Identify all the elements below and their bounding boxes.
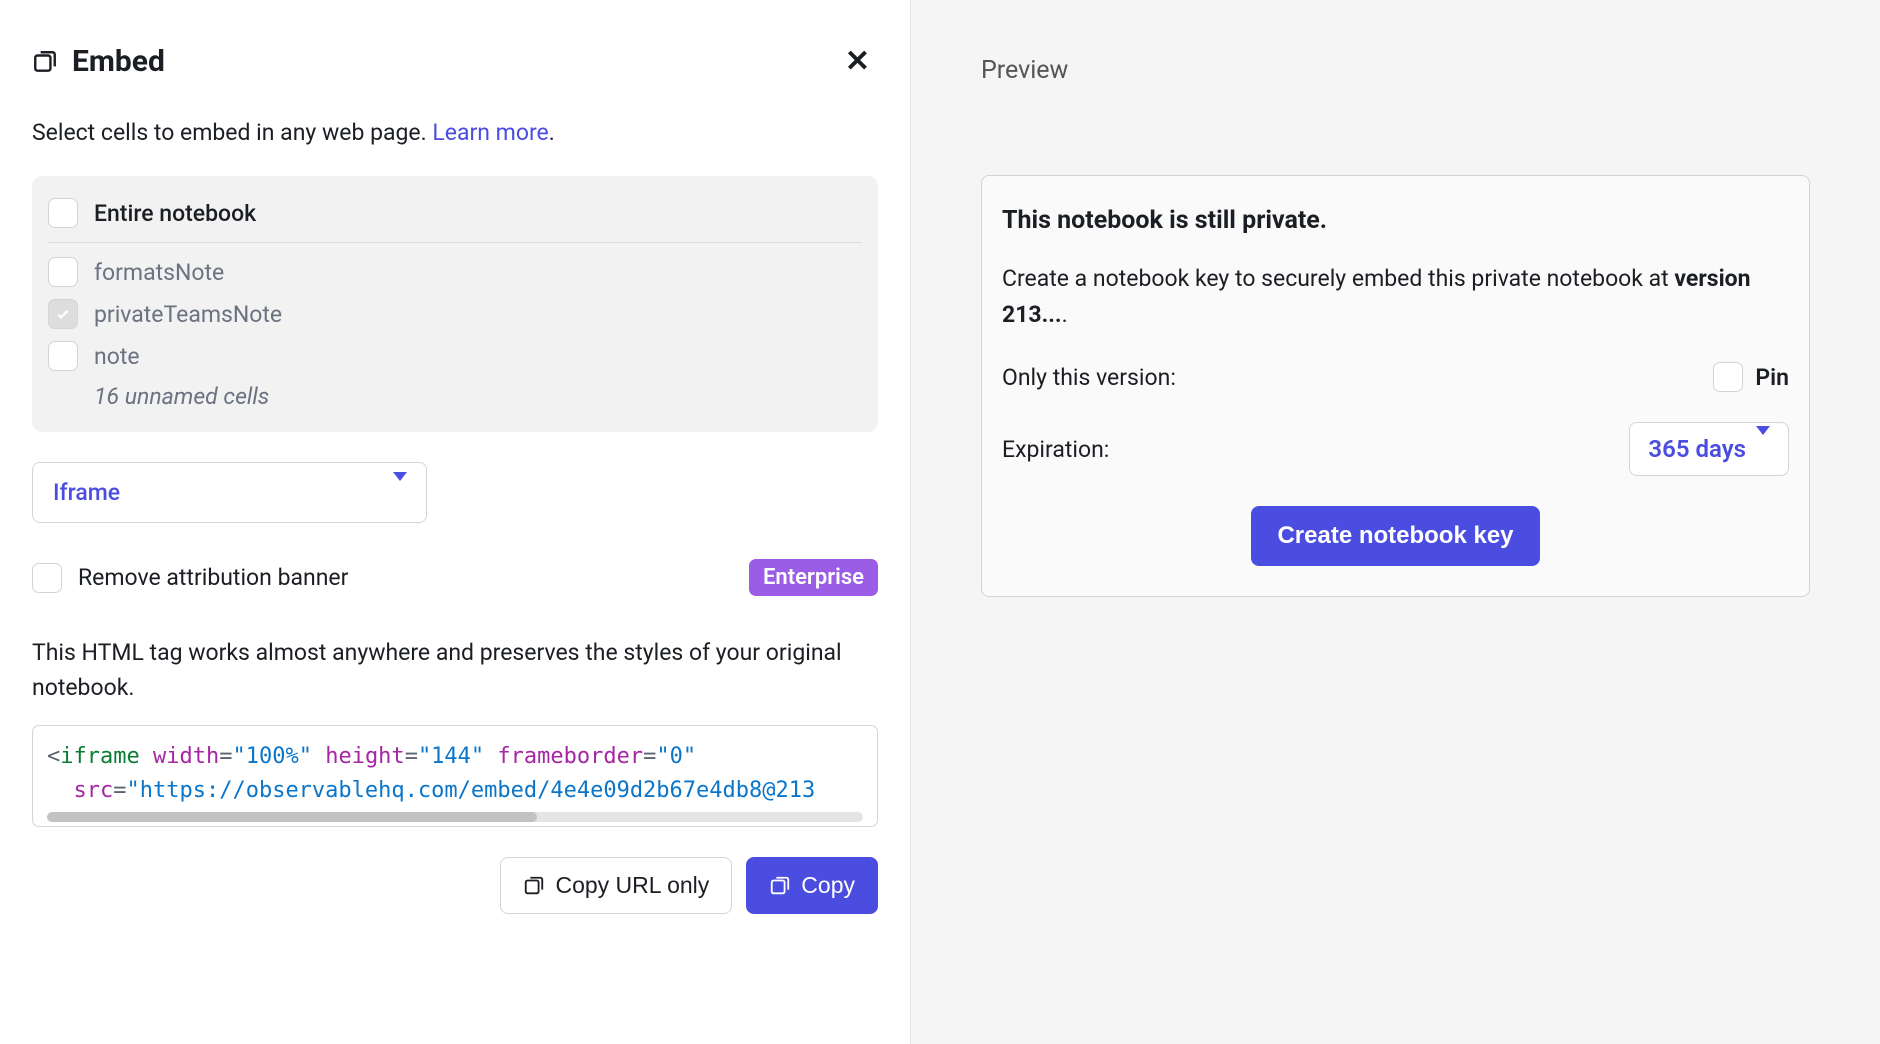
- cell-row: privateTeamsNote: [48, 293, 862, 335]
- cell-row[interactable]: formatsNote: [48, 251, 862, 293]
- cell-label: note: [94, 343, 140, 370]
- cell-row[interactable]: note: [48, 335, 862, 377]
- copy-url-button[interactable]: Copy URL only: [500, 857, 732, 914]
- intro-text: Select cells to embed in any web page. L…: [32, 119, 878, 146]
- close-icon: ✕: [845, 45, 870, 78]
- create-notebook-key-button[interactable]: Create notebook key: [1251, 506, 1539, 566]
- preview-description: Create a notebook key to securely embed …: [1002, 261, 1789, 332]
- dialog-title: Embed: [72, 44, 165, 79]
- expiration-label: Expiration:: [1002, 436, 1109, 463]
- checkbox[interactable]: [48, 257, 78, 287]
- unnamed-cells-note: 16 unnamed cells: [48, 377, 862, 416]
- copy-button[interactable]: Copy: [746, 857, 878, 914]
- preview-title: Preview: [981, 56, 1810, 85]
- expiration-select[interactable]: 365 days: [1629, 422, 1789, 476]
- format-description: This HTML tag works almost anywhere and …: [32, 636, 878, 705]
- code-snippet[interactable]: <iframe width="100%" height="144" frameb…: [32, 725, 878, 827]
- cell-row-entire[interactable]: Entire notebook: [48, 192, 862, 243]
- check-icon: [55, 306, 71, 322]
- checkbox[interactable]: [48, 341, 78, 371]
- enterprise-badge: Enterprise: [749, 559, 878, 596]
- attribution-label: Remove attribution banner: [78, 564, 348, 591]
- cells-selector: Entire notebook formatsNote privateTeams…: [32, 176, 878, 432]
- copy-icon: [523, 875, 545, 897]
- pin-checkbox[interactable]: [1713, 362, 1743, 392]
- cell-label: formatsNote: [94, 259, 224, 286]
- close-button[interactable]: ✕: [837, 40, 878, 83]
- pin-label: Pin: [1755, 364, 1789, 391]
- learn-more-link[interactable]: Learn more: [432, 119, 548, 146]
- dialog-title-group: Embed: [32, 44, 165, 79]
- cell-label: Entire notebook: [94, 200, 256, 227]
- copy-icon: [769, 875, 791, 897]
- horizontal-scrollbar[interactable]: [47, 812, 863, 822]
- only-version-label: Only this version:: [1002, 364, 1176, 391]
- format-select[interactable]: Iframe: [32, 462, 427, 523]
- preview-heading: This notebook is still private.: [1002, 206, 1789, 235]
- checkbox-attribution[interactable]: [32, 563, 62, 593]
- cell-label: privateTeamsNote: [94, 301, 282, 328]
- checkbox-entire[interactable]: [48, 198, 78, 228]
- preview-card: This notebook is still private. Create a…: [981, 175, 1810, 597]
- embed-icon: [32, 49, 58, 75]
- checkbox-disabled-checked: [48, 299, 78, 329]
- chevron-down-icon: [1756, 435, 1770, 463]
